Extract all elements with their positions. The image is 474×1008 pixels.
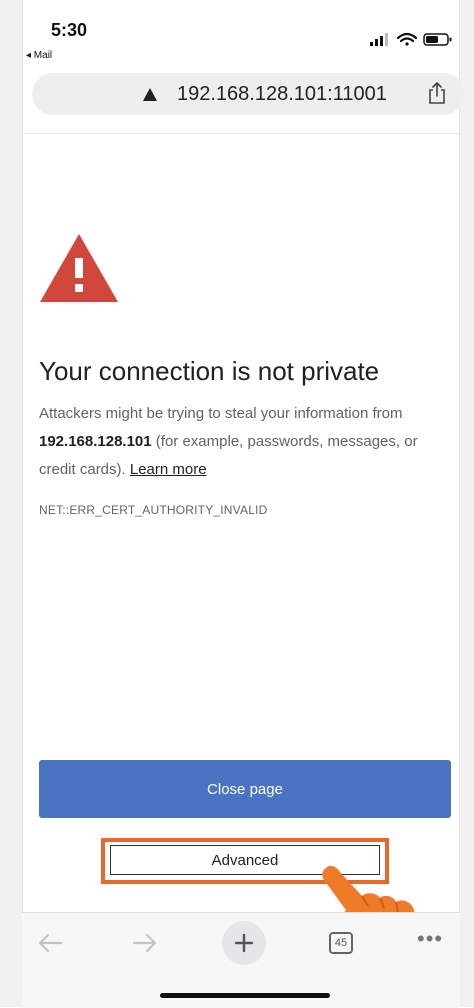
new-tab-button[interactable] — [222, 921, 266, 965]
screen-edge-right — [459, 0, 474, 1007]
phone-screen: 5:30 ◂ Mail 192.168.128.101:11001 Your c… — [0, 0, 474, 1008]
wifi-icon — [396, 32, 418, 46]
toolbar-divider — [22, 133, 460, 134]
signal-icon — [370, 33, 388, 46]
forward-arrow-icon[interactable] — [130, 928, 160, 958]
warning-triangle-icon — [143, 88, 157, 101]
warning-description: Attackers might be trying to steal your … — [39, 400, 451, 484]
error-code: NET::ERR_CERT_AUTHORITY_INVALID — [39, 503, 268, 517]
plus-icon — [234, 933, 254, 953]
address-bar[interactable]: 192.168.128.101:11001 — [32, 73, 464, 115]
back-arrow-icon[interactable] — [35, 928, 65, 958]
tab-switcher-button[interactable]: 45 — [329, 932, 353, 954]
battery-icon — [423, 33, 452, 46]
status-time: 5:30 — [51, 20, 88, 40]
host-address: 192.168.128.101 — [39, 433, 152, 450]
learn-more-link[interactable]: Learn more — [130, 461, 207, 478]
screen-edge-left — [0, 0, 23, 1007]
page-title: Your connection is not private — [39, 356, 380, 386]
back-to-mail-link[interactable]: ◂ Mail — [26, 50, 52, 61]
home-indicator[interactable] — [160, 993, 330, 998]
close-page-button[interactable]: Close page — [39, 760, 451, 818]
status-icons — [370, 32, 452, 46]
url-text[interactable]: 192.168.128.101:11001 — [177, 83, 387, 106]
more-menu-button[interactable]: ••• — [417, 928, 447, 952]
warning-icon — [40, 234, 118, 302]
description-text-start: Attackers might be trying to steal your … — [39, 405, 403, 422]
share-icon[interactable] — [426, 81, 448, 105]
